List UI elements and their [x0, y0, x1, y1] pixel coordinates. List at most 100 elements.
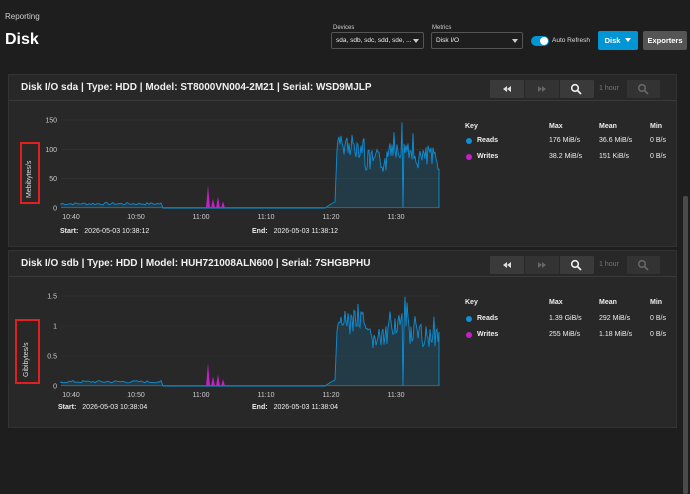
writes-dot-icon	[466, 332, 472, 338]
end-value: 2026-05-03 11:38:04	[273, 404, 339, 411]
writes-dot-icon	[466, 154, 472, 160]
time-range-label: 1 hour	[599, 261, 619, 268]
legend-mean: 36.6 MiB/s	[599, 137, 633, 144]
legend-key: Reads	[477, 137, 499, 144]
legend-header-min: Min	[650, 123, 663, 130]
chevron-down-icon	[512, 39, 518, 43]
legend-mean: 151 KiB/s	[599, 153, 629, 160]
exporters-button[interactable]: Exporters	[643, 31, 687, 50]
y-axis-label: Gibibytes/s	[23, 342, 30, 377]
end-value: 2026-05-03 11:38:12	[273, 228, 339, 235]
breadcrumb[interactable]: Reporting	[5, 12, 40, 21]
x-tick-label: 11:20	[323, 392, 340, 398]
card-title: Disk I/O sda | Type: HDD | Model: ST8000…	[21, 82, 372, 93]
disk-button-label: Disk	[604, 36, 621, 45]
legend-key: Writes	[477, 153, 499, 160]
page-scrollbar[interactable]	[681, 66, 690, 494]
x-tick-label: 10:50	[127, 392, 145, 398]
magnifier-icon	[637, 83, 649, 95]
y-tick-label: 1.5	[47, 294, 57, 301]
card-header: Disk I/O sdb | Type: HDD | Model: HUH721…	[9, 251, 676, 277]
disk-io-chart: 1.5 1 0.5 0 10:40 10:50 11:00 11:10 11:20 11:30	[47, 294, 440, 398]
x-tick-label: 11:00	[193, 392, 210, 398]
devices-label: Devices	[333, 25, 355, 31]
time-range-label: 1 hour	[599, 85, 619, 92]
legend-max: 1.39 GiB/s	[549, 315, 582, 322]
x-tick-label: 11:20	[323, 214, 340, 221]
metrics-select-value: Disk I/O	[436, 37, 460, 44]
legend-min: 0 B/s	[650, 331, 666, 338]
reads-dot-icon	[466, 138, 472, 144]
writes-spike	[221, 201, 225, 208]
metrics-select[interactable]: Disk I/O	[431, 32, 523, 49]
legend-header-max: Max	[549, 299, 563, 306]
start-label: Start:	[58, 404, 77, 411]
disk-button[interactable]: Disk	[598, 31, 638, 50]
rewind-icon	[503, 86, 511, 92]
legend-min: 0 B/s	[650, 315, 666, 322]
fast-forward-icon	[538, 262, 546, 268]
chevron-down-icon	[413, 39, 419, 43]
y-tick-label: 100	[45, 147, 57, 154]
step-back-button[interactable]	[490, 80, 524, 98]
legend-header-key: Key	[465, 299, 478, 306]
end-label: End:	[252, 228, 268, 235]
devices-select[interactable]: sda, sdb, sdc, sdd, sde, ...	[331, 32, 424, 49]
legend-max: 38.2 MiB/s	[549, 153, 583, 160]
x-tick-label: 11:10	[258, 392, 275, 398]
magnifier-icon	[637, 259, 649, 271]
legend-key: Reads	[477, 315, 499, 322]
card-header: Disk I/O sda | Type: HDD | Model: ST8000…	[9, 75, 676, 101]
zoom-out-button[interactable]	[627, 256, 660, 274]
card-title: Disk I/O sdb | Type: HDD | Model: HUH721…	[21, 258, 371, 269]
legend-header-min: Min	[650, 299, 663, 306]
start-value: 2026-05-03 10:38:12	[84, 228, 150, 235]
writes-spike	[221, 379, 225, 386]
reads-area	[61, 122, 439, 208]
legend-header-max: Max	[549, 123, 563, 130]
x-tick-label: 11:30	[388, 392, 405, 398]
writes-spike	[216, 374, 220, 386]
legend-max: 176 MiB/s	[549, 137, 581, 144]
writes-spike	[211, 198, 215, 208]
devices-select-value: sda, sdb, sdc, sdd, sde, ...	[336, 37, 412, 44]
start-time: Start: 2026-05-03 10:38:04	[58, 404, 147, 411]
y-axis-label-box: Mebibytes/s	[20, 142, 40, 204]
zoom-out-button[interactable]	[627, 80, 660, 98]
top-bar: Reporting Disk Devices sda, sdb, sdc, sd…	[0, 0, 690, 64]
y-tick-label: 0	[53, 206, 57, 213]
y-tick-label: 0.5	[47, 354, 57, 361]
end-time: End: 2026-05-03 11:38:04	[252, 404, 338, 411]
step-forward-button[interactable]	[525, 80, 559, 98]
x-tick-label: 11:30	[388, 214, 405, 221]
legend-key: Writes	[477, 331, 499, 338]
metrics-label: Metrics	[432, 25, 452, 31]
y-tick-label: 50	[49, 176, 57, 183]
disk-io-chart: 150 100 50 0 10:40 10:50 11:00 11:10 11:20 11:30	[45, 118, 440, 221]
legend-min: 0 B/s	[650, 137, 666, 144]
x-tick-label: 10:50	[127, 214, 145, 221]
auto-refresh-toggle[interactable]	[531, 36, 549, 46]
step-forward-button[interactable]	[525, 256, 559, 274]
y-axis-label-box: Gibibytes/s	[15, 319, 40, 384]
rewind-icon	[503, 262, 511, 268]
writes-spike	[211, 376, 215, 386]
legend-mean: 1.18 MiB/s	[599, 331, 633, 338]
y-tick-label: 150	[45, 118, 57, 125]
y-axis-label: Mebibytes/s	[26, 160, 33, 198]
x-tick-label: 10:40	[62, 214, 80, 221]
step-back-button[interactable]	[490, 256, 524, 274]
x-tick-label: 11:00	[193, 214, 210, 221]
writes-spike	[206, 362, 210, 386]
reads-area	[61, 296, 439, 386]
scrollbar-thumb[interactable]	[683, 196, 688, 494]
legend-mean: 292 MiB/s	[599, 315, 631, 322]
writes-spike	[206, 185, 210, 208]
x-tick-label: 11:10	[258, 214, 275, 221]
disk-io-card-sda: Disk I/O sda | Type: HDD | Model: ST8000…	[8, 74, 677, 247]
legend-header-mean: Mean	[599, 123, 617, 130]
legend-max: 255 MiB/s	[549, 331, 581, 338]
end-time: End: 2026-05-03 11:38:12	[252, 228, 338, 235]
page-title: Disk	[5, 31, 39, 48]
chevron-down-icon	[625, 38, 632, 42]
